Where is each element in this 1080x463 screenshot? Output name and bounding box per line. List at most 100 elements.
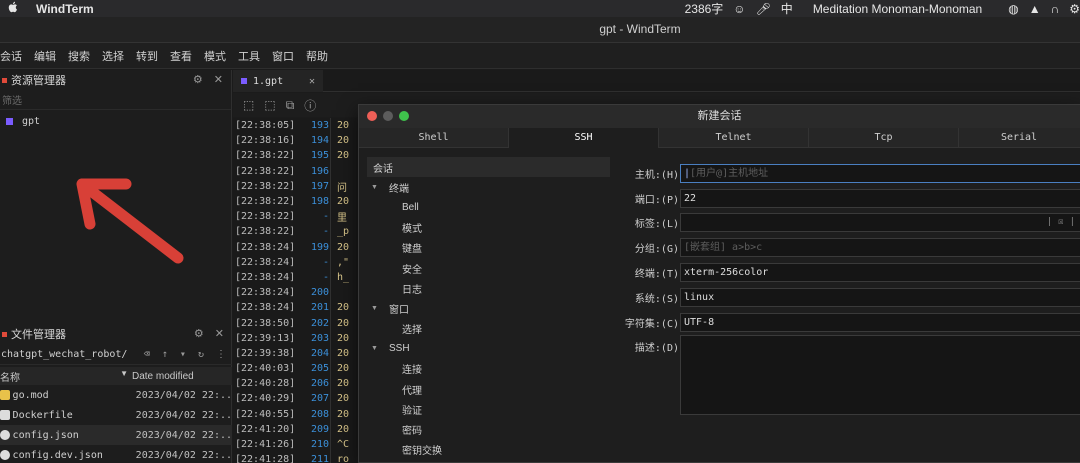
group-input[interactable]: [嵌套组] a>b>c [680, 238, 1080, 258]
up-arrow-icon[interactable]: ↑ [162, 349, 168, 360]
tab-telnet[interactable]: Telnet [659, 128, 809, 148]
chevron-down-icon[interactable]: ▼ [371, 305, 381, 312]
nav-item[interactable]: Bell [367, 197, 610, 217]
host-input[interactable]: |[用户@]主机地址 [680, 163, 1080, 183]
terminal-line: [22:38:22] 197 问 [235, 180, 347, 194]
now-playing[interactable]: Meditation Monoman-Monoman [813, 2, 982, 16]
menu-goto[interactable]: 转到 [136, 48, 158, 64]
edit-tag-icon[interactable]: ☒ [1058, 217, 1063, 227]
minimize-window-icon[interactable] [383, 111, 393, 121]
nav-item[interactable]: 代理 [367, 379, 610, 399]
tab-gpt[interactable]: 1.gpt ✕ [233, 70, 323, 92]
microphone-icon[interactable]: 🎤︎ [756, 2, 771, 16]
nav-item[interactable]: 会话 [367, 157, 610, 178]
tab-label: 1.gpt [253, 75, 284, 87]
clear-icon[interactable]: ⌫ [144, 349, 150, 360]
session-icon [6, 117, 13, 125]
settings-icon[interactable]: ⚙ [194, 328, 204, 340]
terminal-line: [22:38:05] 193 20 [235, 120, 350, 132]
menu-view[interactable]: 查看 [170, 48, 192, 64]
nav-item[interactable]: 连接 [367, 359, 610, 379]
nav-item[interactable]: ▼ 窗口 [367, 298, 610, 318]
charset-input[interactable]: UTF-8 [680, 312, 1080, 332]
face-icon[interactable]: ☺ [733, 2, 745, 16]
nav-item[interactable]: 安全 [367, 258, 610, 278]
chevron-down-icon[interactable]: ▼ [371, 345, 381, 352]
terminal-line: [22:39:38] 204 20 [235, 347, 350, 359]
settings-nav: 会话 ▼ 终端 Bell 模式 键盘 安全 日志 ▼ 窗口 选择 ▼ SSH 连接 代理 验证 密码 密钥交换 [367, 157, 610, 460]
close-icon[interactable]: ✕ [214, 74, 223, 86]
file-row[interactable]: Dockerfile 2023/04/02 22:.. [0, 405, 232, 425]
settings-icon[interactable]: ⚙ [193, 74, 203, 86]
file-row[interactable]: config.json 2023/04/02 22:.. [0, 425, 232, 445]
session-item-gpt[interactable]: gpt [0, 110, 231, 132]
menu-search[interactable]: 搜索 [68, 48, 90, 64]
headphones-icon[interactable]: ∩ [1051, 2, 1060, 16]
apple-icon[interactable] [8, 1, 22, 16]
nav-item[interactable]: 日志 [367, 278, 610, 298]
chevron-down-icon[interactable]: ▼ [371, 184, 381, 191]
sort-down-icon[interactable]: ▼ [120, 369, 128, 378]
tab-tcp[interactable]: Tcp [809, 128, 959, 148]
zoom-window-icon[interactable] [399, 111, 409, 121]
tab-ssh[interactable]: SSH [509, 128, 659, 148]
menu-session[interactable]: 会话 [0, 48, 22, 64]
input-method-icon[interactable]: 中 [781, 0, 793, 17]
new-session-icon[interactable]: ⬚ [243, 98, 254, 112]
charset-row: 字符集:(C) UTF-8 [617, 310, 1080, 335]
tab-serial[interactable]: Serial [959, 128, 1079, 148]
nav-item[interactable]: 验证 [367, 399, 610, 419]
terminal-line: [22:38:50] 202 20 [235, 317, 350, 329]
nav-item[interactable]: ▼ SSH [367, 339, 610, 359]
app-name[interactable]: WindTerm [36, 2, 94, 16]
port-input[interactable]: 22 [680, 188, 1080, 208]
menu-window[interactable]: 窗口 [272, 48, 294, 64]
nav-item[interactable]: 密码 [367, 419, 610, 439]
close-tab-icon[interactable]: ✕ [309, 76, 315, 87]
refresh-icon[interactable]: ↻ [198, 349, 204, 360]
window-titlebar: gpt - WindTerm [0, 17, 1080, 43]
close-window-icon[interactable] [367, 111, 377, 121]
column-date[interactable]: Date modified [132, 371, 194, 382]
terminal-line: [22:38:22] 198 20 [235, 196, 350, 208]
terminal-type-row: 终端:(T) xterm-256color [617, 260, 1080, 285]
menu-help[interactable]: 帮助 [306, 48, 328, 64]
resource-manager-tools: ⚙ ✕ [185, 73, 223, 86]
split-icon[interactable]: ⬚ [264, 98, 275, 112]
column-name[interactable]: 名称 ▼ [0, 369, 132, 384]
nav-item[interactable]: 密钥交换 [367, 440, 610, 460]
resource-filter-input[interactable]: 筛选 [0, 90, 231, 110]
menu-edit[interactable]: 编辑 [34, 48, 56, 64]
terminal-output[interactable]: [22:38:05] 193 20 [22:38:16] 194 20 [22:38:22]… [233, 118, 373, 463]
group-row: 分组:(G) [嵌套组] a>b>c [617, 235, 1080, 260]
terminal-type-input[interactable]: xterm-256color [680, 263, 1080, 283]
menu-mode[interactable]: 模式 [204, 48, 226, 64]
nav-item[interactable]: 键盘 [367, 238, 610, 258]
control-center-icon[interactable]: ⚙ [1069, 2, 1080, 16]
terminal-type-label: 终端:(T) [634, 269, 679, 281]
file-row[interactable]: go.mod 2023/04/02 22:.. [0, 385, 232, 405]
menu-select[interactable]: 选择 [102, 48, 124, 64]
tab-shell[interactable]: Shell [359, 128, 509, 148]
menu-tools[interactable]: 工具 [238, 48, 260, 64]
description-label: 描述:(D) [634, 343, 679, 355]
tag-input[interactable]: | ☒ | [680, 213, 1080, 233]
system-input[interactable]: linux [680, 287, 1080, 307]
copy-icon[interactable]: ⧉ [286, 98, 295, 113]
terminal-line: [22:40:29] 207 20 [235, 393, 350, 405]
nav-item[interactable]: 选择 [367, 319, 610, 339]
file-row[interactable]: config.dev.json 2023/04/02 22:.. [0, 445, 232, 463]
word-count[interactable]: 2386字 [685, 0, 724, 17]
panel-marker-icon [2, 77, 7, 83]
info-icon[interactable]: ⓘ [304, 97, 316, 114]
nav-item[interactable]: 模式 [367, 218, 610, 238]
close-icon[interactable]: ✕ [215, 328, 224, 340]
notification-icon[interactable]: ▲ [1029, 2, 1041, 16]
dialog-title: 新建会话 [697, 110, 742, 122]
description-textarea[interactable] [680, 334, 1080, 415]
more-icon[interactable]: ⋮ [216, 349, 226, 360]
nav-item[interactable]: ▼ 终端 [367, 177, 610, 197]
globe-icon[interactable]: ◍ [1008, 2, 1018, 16]
chevron-down-icon[interactable]: ▾ [180, 349, 186, 360]
file-path[interactable]: chatgpt_wechat_robot/ [1, 349, 127, 360]
